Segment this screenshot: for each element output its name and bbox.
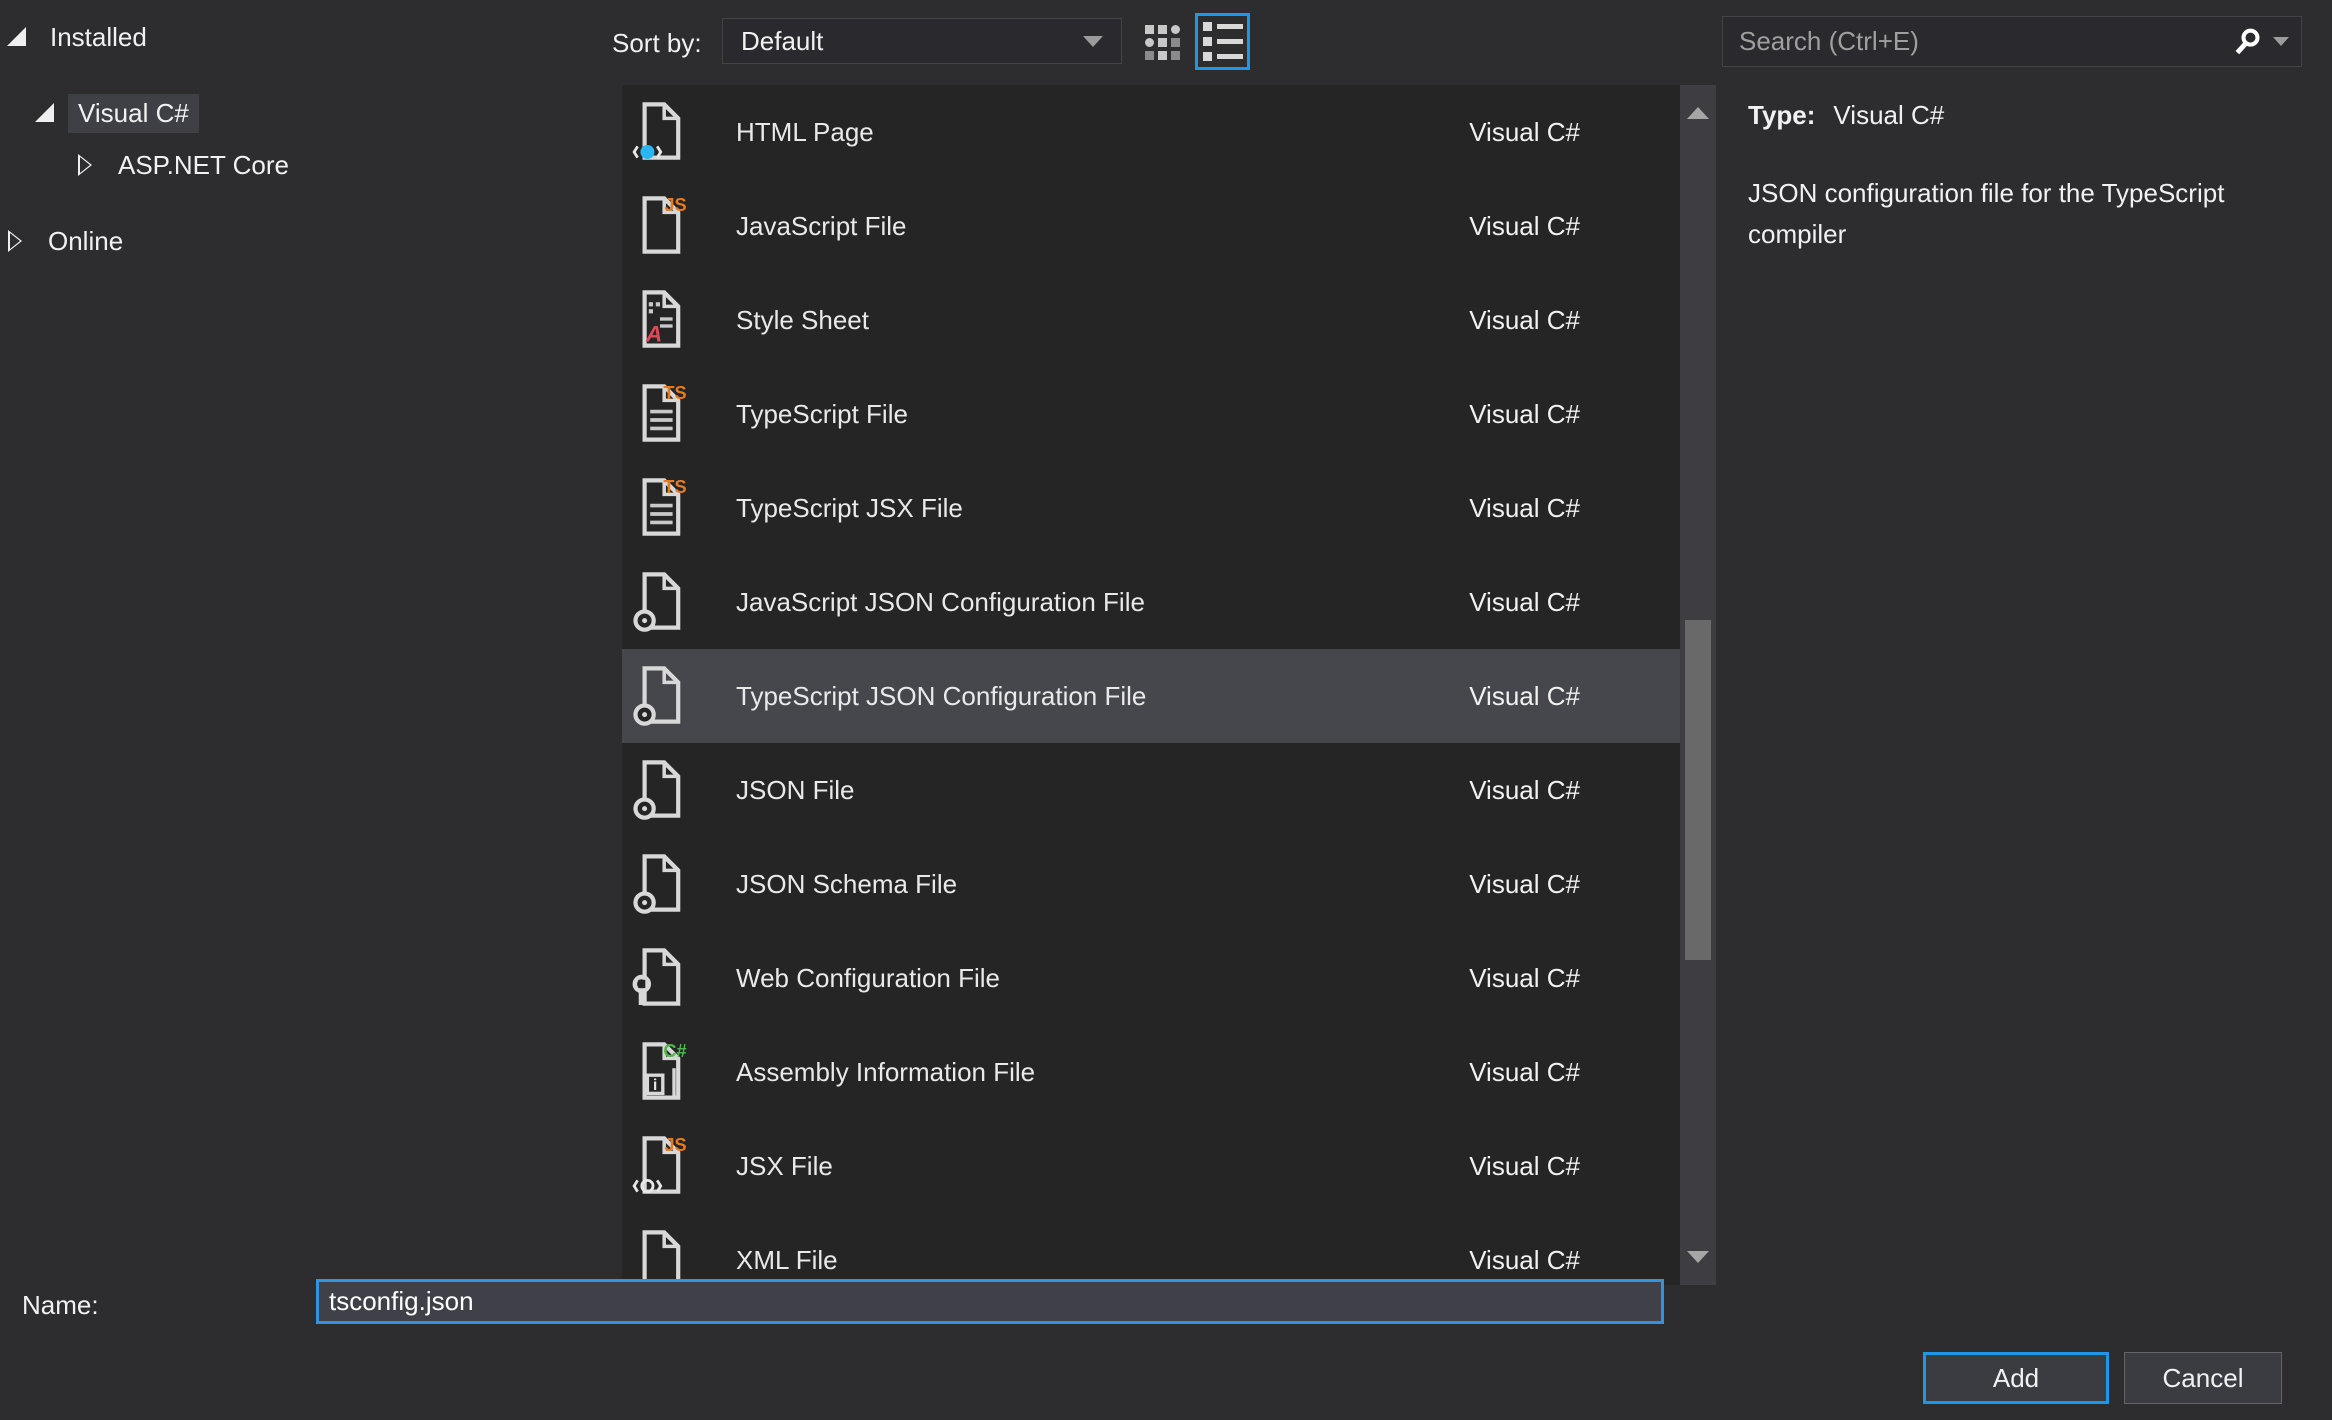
json-file-icon (632, 569, 688, 633)
sort-dropdown-value: Default (741, 26, 823, 57)
list-item[interactable]: JSON File Visual C# (622, 743, 1680, 837)
expander-collapsed-icon[interactable] (8, 230, 22, 252)
list-item-category: Visual C# (1469, 1151, 1580, 1182)
item-description: JSON configuration file for the TypeScri… (1748, 173, 2312, 255)
cancel-button[interactable]: Cancel (2124, 1352, 2282, 1404)
list-item-name: JSON Schema File (736, 869, 957, 900)
list-item[interactable]: TS TypeScript JSX File Visual C# (622, 461, 1680, 555)
type-label: Type: (1748, 100, 1815, 131)
type-value: Visual C# (1833, 100, 1944, 131)
list-item[interactable]: A Style Sheet Visual C# (622, 273, 1680, 367)
list-item-category: Visual C# (1469, 305, 1580, 336)
list-item-name: Assembly Information File (736, 1057, 1035, 1088)
tree-item-online[interactable]: Online (8, 219, 133, 263)
expander-collapsed-icon[interactable] (78, 154, 92, 176)
search-input[interactable] (1739, 26, 2233, 57)
list-item[interactable]: C# i Assembly Information File Visual C# (622, 1025, 1680, 1119)
list-item-name: TypeScript File (736, 399, 908, 430)
html-page-icon (632, 99, 688, 163)
template-tree: Installed Visual C# ASP.NET Core Online (0, 0, 620, 1280)
svg-text:JS: JS (664, 195, 686, 215)
list-item-category: Visual C# (1469, 211, 1580, 242)
tree-item-label: Visual C# (68, 94, 199, 133)
list-scrollbar[interactable] (1680, 85, 1716, 1285)
sort-dropdown[interactable]: Default (722, 18, 1122, 64)
list-item-category: Visual C# (1469, 1057, 1580, 1088)
sort-by-label: Sort by: (612, 28, 702, 59)
typescript-file-icon: TS (632, 381, 688, 445)
name-input[interactable] (316, 1279, 1664, 1324)
list-item-category: Visual C# (1469, 399, 1580, 430)
svg-text:JS: JS (664, 1135, 686, 1155)
expander-expanded-icon[interactable] (36, 104, 54, 122)
list-view-icon (1203, 22, 1243, 61)
list-item[interactable]: JS JavaScript File Visual C# (622, 179, 1680, 273)
list-item-category: Visual C# (1469, 587, 1580, 618)
search-options-chevron-icon[interactable] (2273, 37, 2289, 46)
tree-item-installed[interactable]: Installed (8, 15, 157, 59)
json-file-icon (632, 851, 688, 915)
tree-item-label: Online (38, 222, 133, 261)
tree-item-label: ASP.NET Core (108, 146, 299, 185)
list-item-category: Visual C# (1469, 1245, 1580, 1276)
scroll-down-icon[interactable] (1687, 1251, 1709, 1263)
name-label: Name: (22, 1290, 99, 1321)
item-info-panel: Type: Visual C# JSON configuration file … (1748, 100, 2312, 255)
list-item[interactable]: TS TypeScript File Visual C# (622, 367, 1680, 461)
list-item-name: Style Sheet (736, 305, 869, 336)
list-item-category: Visual C# (1469, 681, 1580, 712)
add-new-item-dialog: { "tree": { "installed": { "label": "Ins… (0, 0, 2332, 1420)
list-item-category: Visual C# (1469, 775, 1580, 806)
json-file-icon (632, 757, 688, 821)
list-item-name: XML File (736, 1245, 838, 1276)
tree-item-label: Installed (40, 18, 157, 57)
svg-text:i: i (653, 1077, 657, 1094)
chevron-down-icon (1083, 36, 1103, 47)
typescript-file-icon: TS (632, 475, 688, 539)
list-item[interactable]: Web Configuration File Visual C# (622, 931, 1680, 1025)
assembly-info-file-icon: C# i (632, 1039, 688, 1103)
tree-item-aspnet-core[interactable]: ASP.NET Core (78, 143, 299, 187)
json-file-icon (632, 663, 688, 727)
svg-text:TS: TS (663, 383, 686, 403)
list-item[interactable]: JavaScript JSON Configuration File Visua… (622, 555, 1680, 649)
list-item-name: TypeScript JSON Configuration File (736, 681, 1146, 712)
list-item-name: HTML Page (736, 117, 874, 148)
list-item-name: Web Configuration File (736, 963, 1000, 994)
list-item-name: JavaScript File (736, 211, 907, 242)
xml-file-icon (632, 1227, 688, 1285)
list-item-name: JavaScript JSON Configuration File (736, 587, 1145, 618)
list-item[interactable]: XML File Visual C# (622, 1213, 1680, 1285)
add-button[interactable]: Add (1923, 1352, 2109, 1404)
grid-view-icon (1145, 25, 1180, 60)
list-view-button[interactable] (1195, 13, 1250, 70)
list-item-category: Visual C# (1469, 869, 1580, 900)
tree-item-visual-csharp[interactable]: Visual C# (36, 91, 199, 135)
grid-view-button[interactable] (1136, 18, 1188, 66)
list-item[interactable]: JSON Schema File Visual C# (622, 837, 1680, 931)
svg-text:A: A (645, 321, 662, 346)
list-item-name: TypeScript JSX File (736, 493, 963, 524)
list-item[interactable]: HTML Page Visual C# (622, 85, 1680, 179)
scroll-up-icon[interactable] (1687, 107, 1709, 119)
list-item-name: JSON File (736, 775, 854, 806)
search-icon[interactable] (2233, 27, 2263, 57)
svg-text:TS: TS (663, 477, 686, 497)
template-list: HTML Page Visual C# JS JavaScript File V… (622, 85, 1716, 1285)
scrollbar-thumb[interactable] (1685, 620, 1711, 960)
jsx-file-icon: JS (632, 1133, 688, 1197)
list-item-category: Visual C# (1469, 117, 1580, 148)
list-item[interactable]: TypeScript JSON Configuration File Visua… (622, 649, 1680, 743)
expander-expanded-icon[interactable] (8, 28, 26, 46)
list-item[interactable]: JS JSX File Visual C# (622, 1119, 1680, 1213)
style-sheet-icon: A (632, 287, 688, 351)
list-item-name: JSX File (736, 1151, 833, 1182)
list-item-category: Visual C# (1469, 963, 1580, 994)
list-item-category: Visual C# (1469, 493, 1580, 524)
javascript-file-icon: JS (632, 193, 688, 257)
svg-text:C#: C# (663, 1041, 686, 1061)
search-box (1722, 16, 2302, 67)
web-config-file-icon (632, 945, 688, 1009)
